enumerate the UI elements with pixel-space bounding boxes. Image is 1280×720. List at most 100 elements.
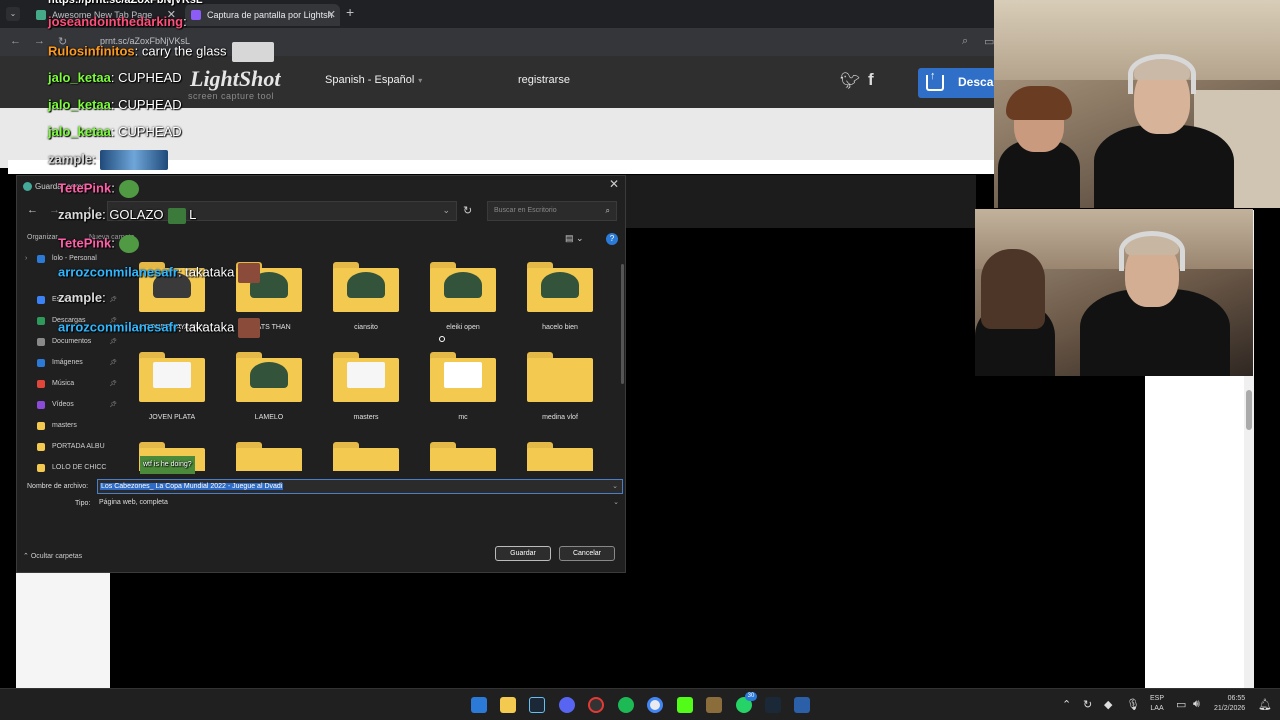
folder-item[interactable]: ciansito	[321, 256, 411, 341]
microphone-icon[interactable]: 🎙︎	[1126, 698, 1140, 711]
filename-input[interactable]: Los Cabezones_ La Copa Mundial 2022 - Ju…	[97, 479, 623, 494]
chat-emote	[167, 207, 186, 224]
folder-icon	[527, 262, 593, 312]
register-link[interactable]: registrarse	[518, 74, 570, 86]
chat-username[interactable]: zample	[48, 151, 92, 166]
chat-username[interactable]: jalo_ketaa	[48, 97, 111, 112]
sidebar-item-label: Música	[52, 380, 75, 387]
chrome-icon[interactable]	[647, 697, 663, 713]
folder-item[interactable]	[224, 436, 314, 471]
hide-folders-toggle[interactable]: ⌃ Ocultar carpetas	[23, 552, 82, 560]
chat-message: arrozconmilanesafr: takataka	[58, 318, 261, 338]
sidebar-item-label: masters	[52, 422, 77, 429]
folder-item[interactable]: mc	[418, 346, 508, 431]
steam-app-icon[interactable]	[765, 697, 781, 713]
language-indicator[interactable]: ESP LAA	[1150, 694, 1164, 714]
chat-username[interactable]: TetePink	[58, 180, 111, 195]
dialog-close-icon[interactable]: ✕	[609, 177, 619, 191]
sidebar-item-imagenes[interactable]: Imágenes 📌︎	[25, 355, 119, 371]
back-icon[interactable]: ←	[10, 35, 21, 47]
tray-expand-icon[interactable]: ⌃	[1062, 698, 1071, 711]
chevron-down-icon[interactable]: ⌄	[612, 482, 618, 490]
tab-search-icon[interactable]: ⌄	[6, 7, 20, 21]
notifications-icon[interactable]: 🔔︎	[1258, 698, 1272, 711]
twitter-icon[interactable]: 🐦︎	[840, 71, 860, 91]
chat-message: jalo_ketaa: CUPHEAD	[48, 124, 182, 140]
steam-icon[interactable]	[529, 697, 545, 713]
volume-icon[interactable]: 🔊︎	[1193, 698, 1200, 711]
type-select[interactable]: Página web, completa ⌄	[97, 496, 623, 511]
facebook-icon[interactable]: f	[868, 70, 874, 90]
chat-fragment: https://prnt.sc/aZoxFbNjVKsL	[48, 0, 203, 6]
dialog-refresh-icon[interactable]: ↻	[463, 204, 472, 217]
minecraft-icon[interactable]	[706, 697, 722, 713]
dialog-back-icon[interactable]: ←	[27, 204, 38, 216]
sidebar-item-videos[interactable]: Vídeos 📌︎	[25, 397, 119, 413]
folder-grid-scrollbar[interactable]	[621, 264, 624, 384]
chat-username[interactable]: zample	[58, 207, 102, 222]
view-options-icon[interactable]: ▤ ⌄	[565, 233, 584, 244]
folder-icon	[236, 352, 302, 402]
save-button[interactable]: Guardar	[495, 546, 551, 561]
folder-thumbnail	[444, 362, 482, 388]
sidebar-item-musica[interactable]: Música 📌︎	[25, 376, 119, 392]
chrome-icon	[23, 182, 32, 191]
chevron-down-icon[interactable]: ⌄	[442, 205, 450, 216]
help-icon[interactable]: ?	[606, 233, 618, 245]
network-icon[interactable]: ▭	[1176, 698, 1186, 711]
chat-username[interactable]: zample	[58, 290, 102, 305]
expand-icon[interactable]: ›	[25, 251, 27, 267]
kick-icon[interactable]	[677, 697, 693, 713]
folder-item[interactable]: masters	[321, 346, 411, 431]
tab-lightshot[interactable]: Captura de pantalla por Lightsh ✕	[185, 4, 340, 26]
spotify-icon[interactable]	[618, 697, 634, 713]
chat-text: CUPHEAD	[114, 124, 182, 139]
zoom-icon[interactable]: ⌕	[962, 35, 968, 48]
security-icon[interactable]: ◆	[1104, 698, 1112, 711]
folder-item[interactable]: JOVEN PLATA	[127, 346, 217, 431]
folder-thumbnail	[444, 272, 482, 298]
folder-item[interactable]	[515, 436, 605, 471]
start-icon[interactable]	[471, 697, 487, 713]
new-tab-button[interactable]: +	[346, 4, 354, 20]
chat-username[interactable]: jalo_ketaa	[48, 70, 111, 85]
tab-close-icon[interactable]: ✕	[327, 4, 336, 26]
download-button[interactable]: ↑ Desca	[918, 68, 1000, 98]
dialog-search-input[interactable]: Buscar en Escritorio ⌕	[487, 201, 617, 221]
chat-username[interactable]: Rulosinfinitos	[48, 43, 135, 58]
chat-username[interactable]: TetePink	[58, 235, 111, 250]
chat-username[interactable]: joseandointhedarking	[48, 14, 183, 29]
chevron-down-icon[interactable]: ⌄	[613, 498, 619, 506]
settings-app-icon[interactable]	[588, 697, 604, 713]
folder-item[interactable]: medina vlof	[515, 346, 605, 431]
discord-icon[interactable]	[559, 697, 575, 713]
scrollbar-thumb[interactable]	[1246, 390, 1252, 430]
chat-username[interactable]: arrozconmilanesafr	[58, 264, 178, 279]
folder-item[interactable]: hacelo bien	[515, 256, 605, 341]
chat-username[interactable]: arrozconmilanesafr	[58, 319, 178, 334]
person-left-hair	[1006, 86, 1072, 120]
cancel-button[interactable]: Cancelar	[559, 546, 615, 561]
sidebar-item-masters[interactable]: masters	[25, 418, 119, 434]
organize-button[interactable]: Organizar	[27, 234, 58, 241]
language-select[interactable]: Spanish - Español ▾	[325, 74, 422, 86]
app-icon[interactable]	[794, 697, 810, 713]
folder-item[interactable]: eleiki open	[418, 256, 508, 341]
sidebar-item-label: Vídeos	[52, 401, 74, 408]
install-icon[interactable]: ▭	[984, 35, 994, 48]
chat-text: takataka	[181, 319, 235, 335]
folder-item[interactable]	[321, 436, 411, 471]
folder-item[interactable]: LAMELO	[224, 346, 314, 431]
lightshot-logo[interactable]: LightShot	[190, 66, 280, 92]
folder-thumbnail	[347, 272, 385, 298]
sidebar-item-portada[interactable]: PORTADA ALBU	[25, 439, 119, 455]
chat-username[interactable]: jalo_ketaa	[48, 124, 111, 139]
file-explorer-icon[interactable]	[500, 697, 516, 713]
sidebar-item-label: Imágenes	[52, 359, 83, 366]
folder-item[interactable]	[418, 436, 508, 471]
forward-icon[interactable]: →	[34, 35, 45, 47]
sidebar-item-lolo[interactable]: LOLO DE CHICC	[25, 460, 119, 476]
dialog-sidebar: › lolo - Personal Escritorio 📌︎ Descargas 📌…	[25, 251, 119, 476]
clock[interactable]: 06:55 21/2/2026	[1214, 694, 1245, 714]
sync-icon[interactable]: ↻	[1083, 698, 1092, 711]
